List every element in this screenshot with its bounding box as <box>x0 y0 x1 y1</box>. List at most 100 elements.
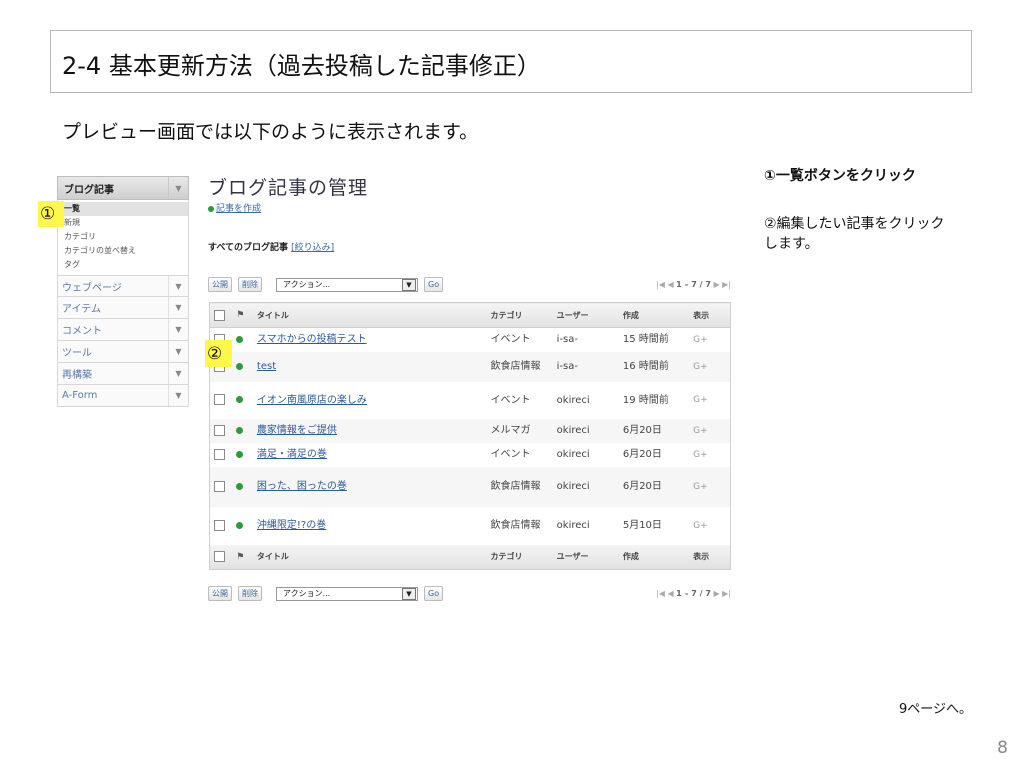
published-status-icon <box>236 335 244 343</box>
row-checkbox[interactable] <box>214 448 225 460</box>
sidebar-subitem-list[interactable]: 一覧 <box>58 202 188 216</box>
pager-prev-icon[interactable]: |◀ ◀ <box>656 589 674 598</box>
published-status-icon <box>236 450 244 458</box>
posts-table: ⚑ タイトル カテゴリ ユーザー 作成 表示 スマホからの投稿テスト イベント … <box>209 302 731 570</box>
post-created: 5月10日 <box>622 520 662 531</box>
sidebar-subitem-category-order[interactable]: カテゴリの並べ替え <box>58 244 188 258</box>
action-select[interactable]: アクション... ▼ <box>276 277 418 292</box>
row-checkbox[interactable] <box>214 480 225 492</box>
instruction-note-2: ②編集したい記事をクリック します。 <box>764 214 945 254</box>
post-title-link[interactable]: test <box>257 361 276 372</box>
delete-button[interactable]: 削除 <box>238 586 262 601</box>
view-column-footer: 表示 <box>689 544 731 570</box>
user-column-footer[interactable]: ユーザー <box>552 544 619 570</box>
view-icon[interactable]: G+ <box>693 395 708 405</box>
chevron-down-icon[interactable]: ▼ <box>168 319 188 340</box>
chevron-down-icon[interactable]: ▼ <box>168 177 188 199</box>
chevron-down-icon[interactable]: ▼ <box>168 385 188 406</box>
select-all-checkbox[interactable] <box>214 551 225 562</box>
user-column-header[interactable]: ユーザー <box>552 302 619 328</box>
row-checkbox[interactable] <box>214 519 225 531</box>
sidebar-item-rebuild[interactable]: 再構築 ▼ <box>57 363 189 385</box>
table-row: イオン南風原店の楽しみ イベント okireci 19 時間前 G+ <box>210 382 731 419</box>
view-icon[interactable]: G+ <box>693 362 708 372</box>
sidebar-item-label: A-Form <box>62 390 98 401</box>
published-status-icon <box>236 396 244 403</box>
category-column-header[interactable]: カテゴリ <box>486 302 553 328</box>
sidebar-item-a-form[interactable]: A-Form ▼ <box>57 385 189 407</box>
sidebar-header-label: ブログ記事 <box>64 184 114 196</box>
created-column-footer[interactable]: 作成 <box>618 544 690 570</box>
post-title-link[interactable]: スマホからの投稿テスト <box>257 334 367 345</box>
pager-next-icon[interactable]: ▶ ▶| <box>713 589 731 598</box>
view-icon[interactable]: G+ <box>693 450 708 460</box>
pager: |◀ ◀ 1 – 7 / 7 ▶ ▶| <box>656 280 731 289</box>
post-title-link[interactable]: 農家情報をご提供 <box>257 425 337 436</box>
post-category: メルマガ <box>490 425 531 436</box>
flag-icon: ⚑ <box>236 310 245 320</box>
pager-prev-icon[interactable]: |◀ ◀ <box>656 280 674 289</box>
published-status-icon <box>236 482 244 490</box>
instruction-note-2-line1: ②編集したい記事をクリック <box>764 216 945 232</box>
view-icon[interactable]: G+ <box>693 426 708 436</box>
view-column-header: 表示 <box>689 302 731 328</box>
post-title-link[interactable]: 沖縄限定!?の巻 <box>257 520 326 531</box>
chevron-down-icon[interactable]: ▼ <box>168 363 188 384</box>
table-row: 沖縄限定!?の巻 飲食店情報 okireci 5月10日 G+ <box>210 507 731 545</box>
post-category: 飲食店情報 <box>490 361 541 372</box>
post-user: okireci <box>556 425 590 436</box>
pager-next-icon[interactable]: ▶ ▶| <box>713 280 731 289</box>
sidebar-item-comments[interactable]: コメント ▼ <box>57 319 189 341</box>
view-icon[interactable]: G+ <box>693 521 708 531</box>
action-select[interactable]: アクション... ▼ <box>276 586 418 601</box>
go-button[interactable]: Go <box>424 277 444 292</box>
sidebar-subitem-tags[interactable]: タグ <box>58 258 188 272</box>
chevron-down-icon[interactable]: ▼ <box>168 297 188 318</box>
category-column-footer[interactable]: カテゴリ <box>486 544 553 570</box>
page-title: ブログ記事の管理 <box>208 177 369 199</box>
row-checkbox[interactable] <box>214 394 225 406</box>
create-post-link[interactable]: 記事を作成 <box>208 201 261 214</box>
post-category: イベント <box>490 394 531 406</box>
title-column-footer[interactable]: タイトル <box>252 544 487 570</box>
table-row: 農家情報をご提供 メルマガ okireci 6月20日 G+ <box>209 418 731 443</box>
view-icon[interactable]: G+ <box>693 335 708 345</box>
sidebar-item-items[interactable]: アイテム ▼ <box>57 297 189 319</box>
bottom-action-bar: 公開 削除 アクション... ▼ Go |◀ ◀ 1 – 7 / 7 ▶ ▶| <box>208 585 731 602</box>
sidebar-item-label: 再構築 <box>62 370 92 381</box>
go-button[interactable]: Go <box>424 586 444 601</box>
flag-icon: ⚑ <box>236 551 245 562</box>
view-icon[interactable]: G+ <box>693 482 708 492</box>
post-category: 飲食店情報 <box>490 520 541 531</box>
post-created: 19 時間前 <box>622 394 669 406</box>
post-user: okireci <box>556 394 590 406</box>
select-all-checkbox[interactable] <box>214 309 225 321</box>
post-created: 6月20日 <box>622 481 662 492</box>
slide-title: 2-4 基本更新方法（過去投稿した記事修正） <box>62 52 541 80</box>
chevron-down-icon[interactable]: ▼ <box>168 341 188 362</box>
sidebar-item-label: アイテム <box>62 304 101 315</box>
post-title-link[interactable]: 困った、困ったの巻 <box>257 481 347 492</box>
action-select-value: アクション... <box>283 589 331 598</box>
table-header-row: ⚑ タイトル カテゴリ ユーザー 作成 表示 <box>209 302 731 328</box>
table-row: スマホからの投稿テスト イベント i-sa- 15 時間前 G+ <box>210 328 731 352</box>
delete-button[interactable]: 削除 <box>238 277 262 292</box>
sidebar-subitem-new[interactable]: 新規 <box>58 216 188 230</box>
sidebar-item-tools[interactable]: ツール ▼ <box>57 341 189 363</box>
post-title-link[interactable]: イオン南風原店の楽しみ <box>257 395 367 406</box>
publish-button[interactable]: 公開 <box>208 586 232 601</box>
row-checkbox[interactable] <box>214 424 225 436</box>
post-created: 15 時間前 <box>622 334 669 346</box>
all-posts-label: すべてのブログ記事 <box>208 243 289 253</box>
sidebar-subitem-category[interactable]: カテゴリ <box>58 230 188 244</box>
post-user: i-sa- <box>556 334 579 346</box>
post-title-link[interactable]: 満足・満足の巻 <box>257 449 327 460</box>
sidebar-item-webpages[interactable]: ウェブページ ▼ <box>57 275 189 297</box>
created-column-header[interactable]: 作成 <box>618 302 690 328</box>
action-select-value: アクション... <box>283 280 331 289</box>
title-column-header[interactable]: タイトル <box>252 302 487 328</box>
publish-button[interactable]: 公開 <box>208 277 232 292</box>
filter-link[interactable]: [絞り込み] <box>291 243 334 253</box>
sidebar-header-blog-posts[interactable]: ブログ記事 ▼ <box>57 176 189 200</box>
chevron-down-icon[interactable]: ▼ <box>168 276 188 296</box>
